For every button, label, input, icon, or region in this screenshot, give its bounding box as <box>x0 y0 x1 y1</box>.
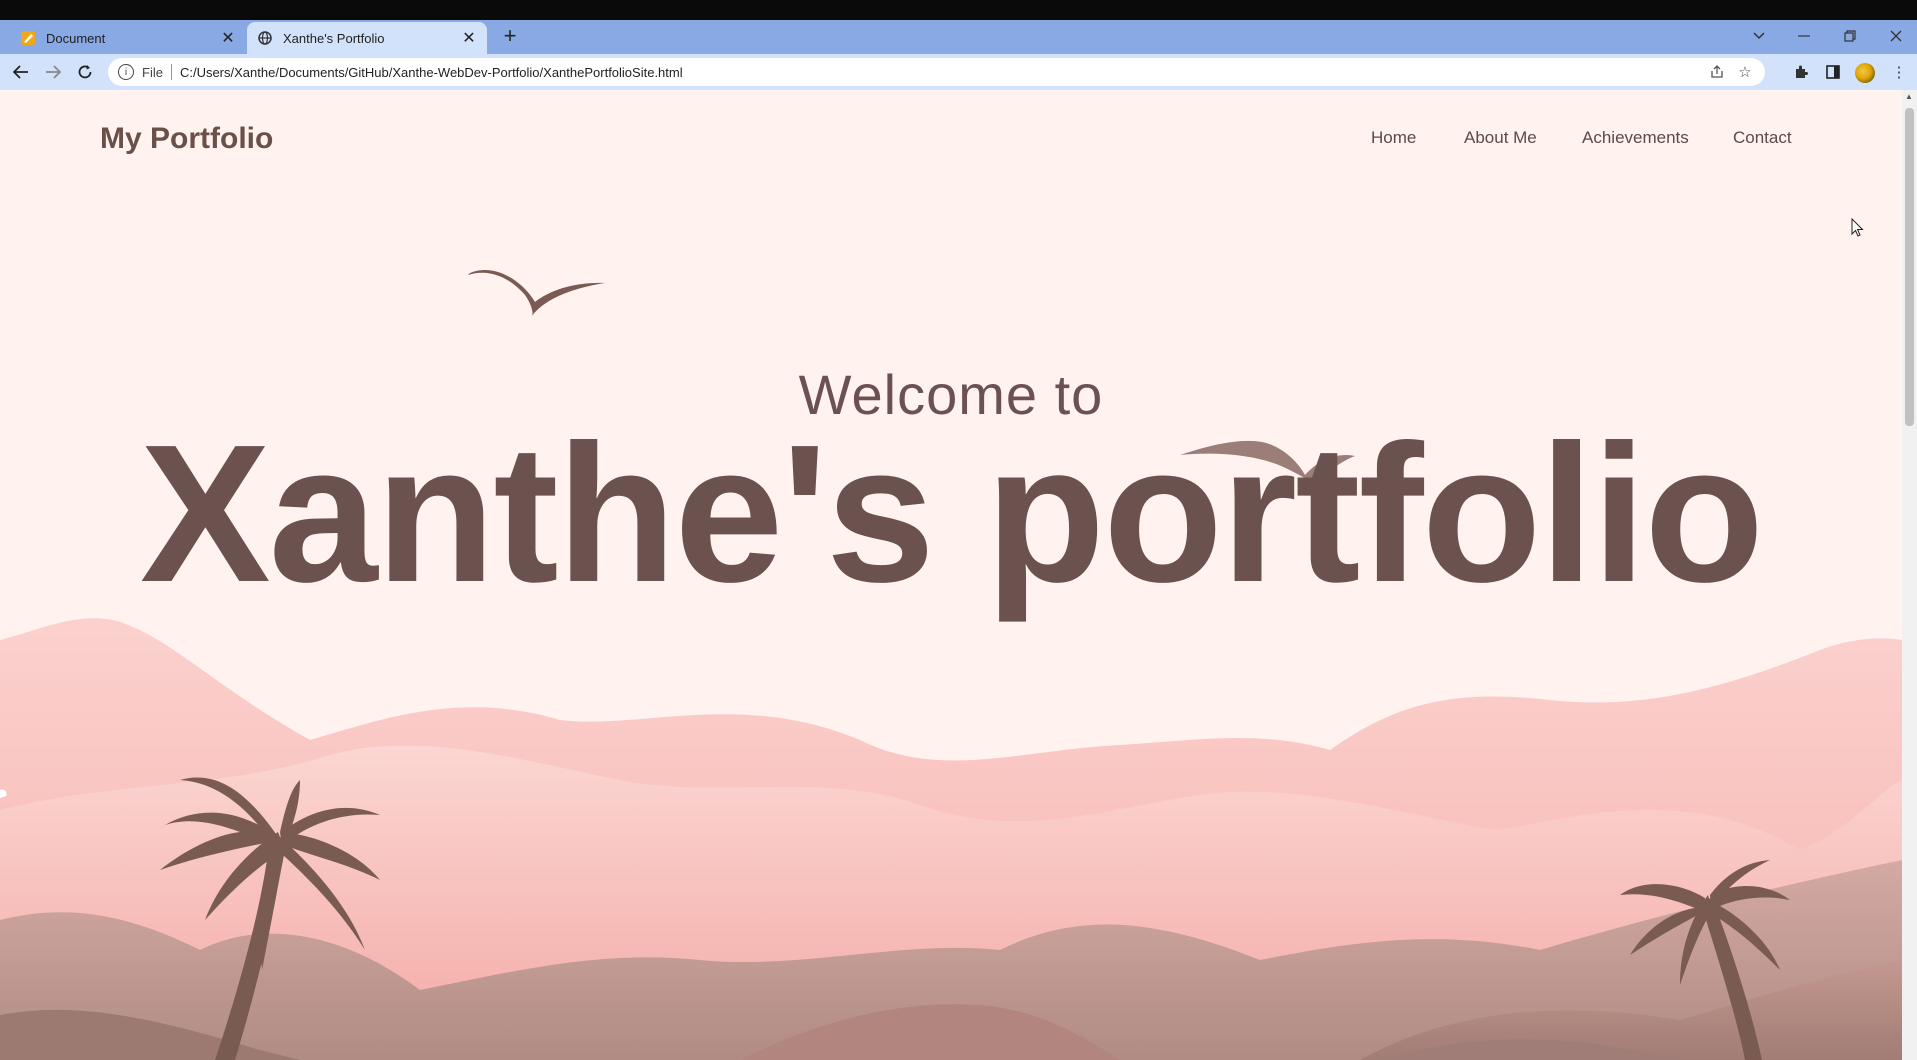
browser-tab-bar: Document ✕ Xanthe's Portfolio ✕ <box>0 20 1917 54</box>
address-bar[interactable]: i File C:/Users/Xanthe/Documents/GitHub/… <box>108 58 1765 86</box>
side-panel-icon[interactable] <box>1820 60 1846 84</box>
tab-search-icon[interactable] <box>1742 22 1776 50</box>
scrollbar-thumb[interactable] <box>1905 108 1914 426</box>
document-icon <box>20 30 36 46</box>
nav-achievements[interactable]: Achievements <box>1582 128 1689 148</box>
url-text[interactable]: C:/Users/Xanthe/Documents/GitHub/Xanthe-… <box>180 65 1703 80</box>
profile-avatar[interactable] <box>1855 63 1875 83</box>
tab-title: Document <box>46 30 106 46</box>
forward-icon[interactable] <box>40 60 66 84</box>
tab-xanthes-portfolio[interactable]: Xanthe's Portfolio ✕ <box>247 22 487 54</box>
tab-close-icon[interactable]: ✕ <box>459 28 479 48</box>
nav-home[interactable]: Home <box>1371 128 1416 148</box>
tab-close-icon[interactable]: ✕ <box>218 28 238 48</box>
divider <box>170 64 172 80</box>
globe-icon <box>257 30 273 46</box>
nav-contact[interactable]: Contact <box>1733 128 1792 148</box>
tab-title: Xanthe's Portfolio <box>283 30 385 46</box>
minimize-icon[interactable] <box>1787 22 1821 50</box>
vertical-scrollbar[interactable]: ▲ <box>1902 90 1917 1060</box>
page-viewport: My Portfolio Home About Me Achievements … <box>0 90 1902 1060</box>
nav-about-me[interactable]: About Me <box>1464 128 1537 148</box>
back-icon[interactable] <box>8 60 34 84</box>
site-logo[interactable]: My Portfolio <box>100 122 273 156</box>
tab-document[interactable]: Document ✕ <box>10 22 246 54</box>
menu-icon[interactable]: ⋮ <box>1886 60 1912 84</box>
mouse-cursor-icon <box>1851 218 1864 237</box>
share-icon[interactable] <box>1703 60 1731 84</box>
new-tab-plus-icon[interactable]: + <box>498 23 522 48</box>
os-top-strip <box>0 0 1917 20</box>
hero-title: Xanthe's portfolio <box>139 404 1764 623</box>
restore-icon[interactable] <box>1833 22 1867 50</box>
bookmark-star-icon[interactable]: ☆ <box>1731 60 1759 84</box>
bird-icon <box>468 270 605 316</box>
info-icon[interactable]: i <box>118 64 134 80</box>
extensions-icon[interactable] <box>1788 60 1814 84</box>
close-icon[interactable] <box>1879 22 1913 50</box>
reload-icon[interactable] <box>72 60 98 84</box>
scheme-label: File <box>142 64 163 80</box>
browser-toolbar: i File C:/Users/Xanthe/Documents/GitHub/… <box>0 54 1917 90</box>
scroll-up-icon[interactable]: ▲ <box>1905 92 1913 101</box>
